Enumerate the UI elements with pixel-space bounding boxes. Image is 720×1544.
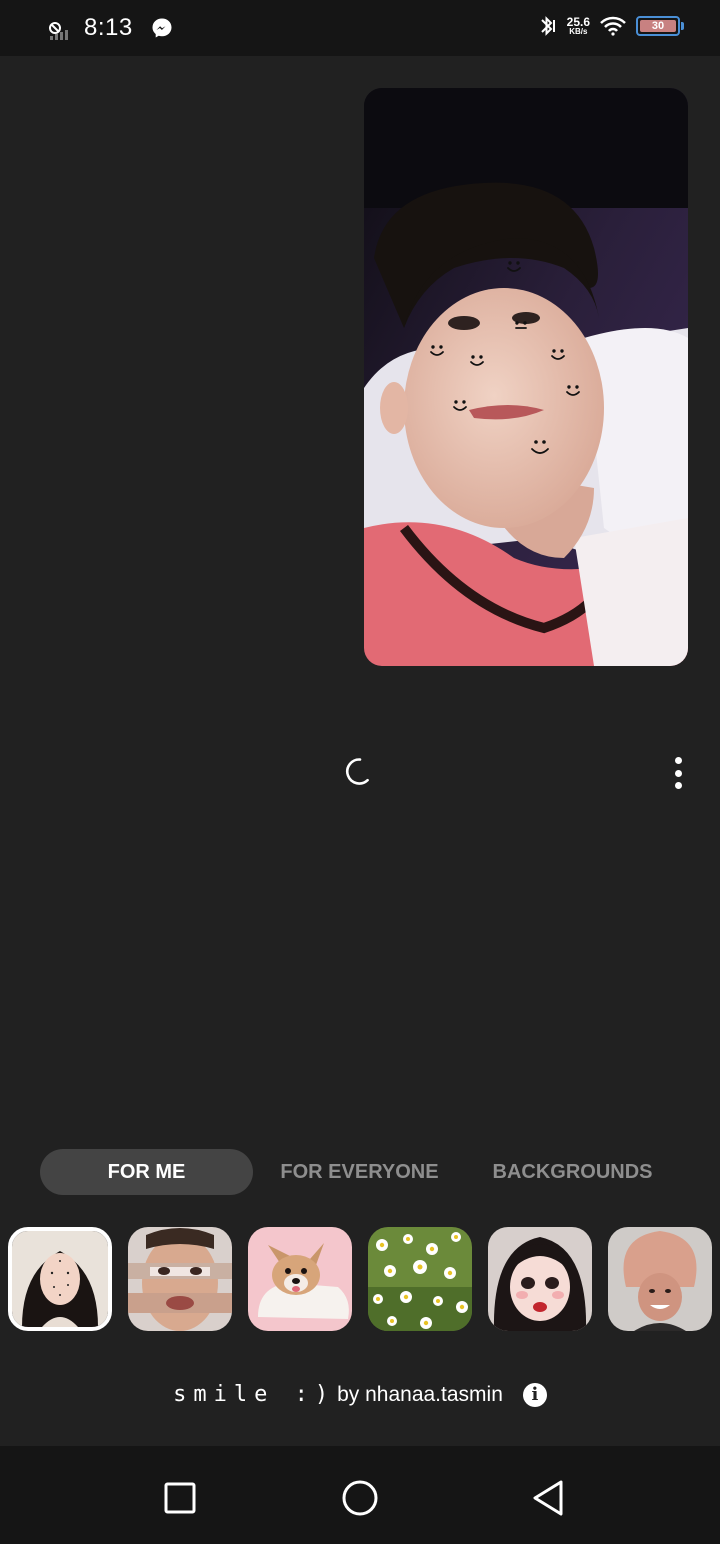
more-dot-icon [674, 769, 682, 777]
loading-spinner-icon [346, 758, 369, 785]
bluetooth-icon [540, 16, 555, 36]
more-dot-icon [674, 757, 682, 764]
effect-author: by nhanaa.tasmin [337, 1382, 503, 1406]
more-options-button[interactable] [664, 754, 692, 792]
wifi-icon [600, 16, 626, 36]
info-icon[interactable]: i [522, 1382, 547, 1407]
effect-doll-face[interactable] [488, 1227, 592, 1331]
dnd-icon [49, 22, 61, 34]
tab-backgrounds[interactable]: BACKGROUNDS [466, 1149, 679, 1195]
more-dot-icon [674, 782, 682, 789]
self-video-preview[interactable] [364, 88, 688, 666]
status-time: 8:13 [84, 14, 133, 41]
effect-big-forehead[interactable] [608, 1227, 712, 1331]
effects-carousel [8, 1227, 712, 1333]
effect-credit: smile :) by nhanaa.tasmin i [0, 1382, 720, 1407]
tab-for-me[interactable]: FOR ME [40, 1149, 253, 1195]
navigation-bar [0, 1446, 720, 1544]
effect-name: smile :) [173, 1382, 336, 1407]
home-button[interactable] [340, 1478, 380, 1518]
recents-button[interactable] [160, 1478, 200, 1518]
effect-tabs: FOR ME FOR EVERYONE BACKGROUNDS [40, 1149, 680, 1195]
effect-daisy-field[interactable] [368, 1227, 472, 1331]
status-bar: 8:13 25.6 KB/s 30 [0, 0, 720, 56]
battery-level: 30 [651, 20, 665, 32]
back-button[interactable] [528, 1478, 568, 1518]
net-speed: 25.6 KB/s [566, 15, 590, 36]
tab-for-everyone[interactable]: FOR EVERYONE [253, 1149, 466, 1195]
messenger-icon [152, 18, 172, 38]
effect-smile-dots[interactable] [8, 1227, 112, 1331]
effect-face-swap-stripes[interactable] [128, 1227, 232, 1331]
effect-dog-sticker[interactable] [248, 1227, 352, 1331]
battery-icon: 30 [636, 16, 684, 36]
